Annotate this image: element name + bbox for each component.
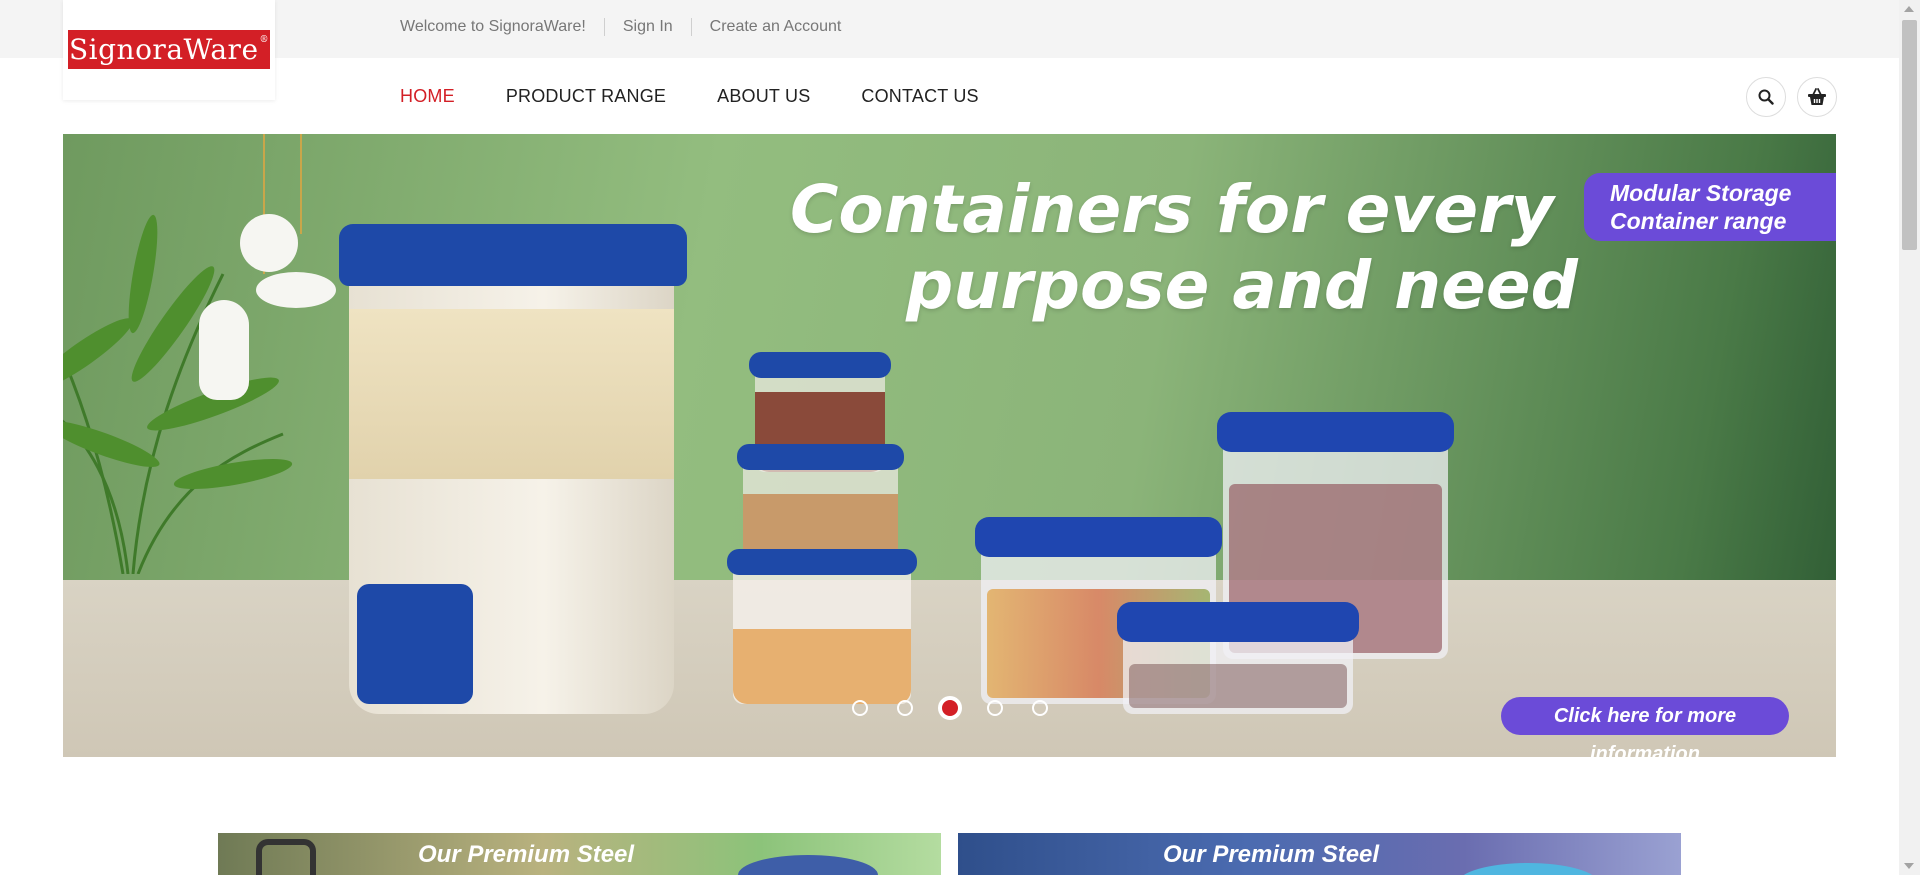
- flat-box: [1117, 602, 1359, 714]
- hero-heading-line-1: Containers for every: [790, 171, 1554, 248]
- scroll-down-arrow-icon[interactable]: [1904, 863, 1914, 869]
- nav-item-contact-us[interactable]: CONTACT US: [861, 86, 978, 107]
- banner-1-heading: Our Premium Steel: [418, 841, 635, 868]
- banner-1-lid: [738, 855, 878, 875]
- nav-item-product-range[interactable]: PRODUCT RANGE: [506, 86, 666, 107]
- slide-dot-2[interactable]: [897, 700, 913, 716]
- search-button[interactable]: [1746, 77, 1786, 117]
- range-tag: Modular Storage Container range: [1584, 173, 1836, 241]
- logo-card[interactable]: SignoraWare ®: [63, 0, 275, 100]
- banner-2-heading: Our Premium Steel: [1163, 841, 1380, 868]
- page-scrollbar[interactable]: [1899, 0, 1920, 875]
- main-nav: HOME PRODUCT RANGE ABOUT US CONTACT US: [400, 86, 1030, 107]
- hero-slider[interactable]: Containers for every purpose and need Mo…: [63, 134, 1836, 757]
- slide-dot-5[interactable]: [1032, 700, 1048, 716]
- banner-2-lid: [1458, 863, 1598, 875]
- rice-dispenser-image: [339, 224, 687, 724]
- welcome-text: Welcome to SignoraWare!: [400, 18, 586, 35]
- banner-1-handle: [256, 839, 316, 875]
- slide-dot-1[interactable]: [852, 700, 868, 716]
- logo-text: SignoraWare: [68, 33, 259, 66]
- scrollbar-thumb[interactable]: [1902, 20, 1917, 250]
- promo-banner-1[interactable]: Our Premium Steel: [218, 833, 941, 875]
- sign-in-link[interactable]: Sign In: [623, 18, 673, 36]
- main-navbar: HOME PRODUCT RANGE ABOUT US CONTACT US: [0, 58, 1899, 134]
- nav-item-home[interactable]: HOME: [400, 86, 455, 107]
- hero-heading-line-2: purpose and need: [906, 247, 1578, 324]
- range-tag-line-2: Container range: [1610, 208, 1787, 234]
- divider: [603, 18, 605, 36]
- promo-banner-2[interactable]: Our Premium Steel: [958, 833, 1681, 875]
- divider: [690, 18, 692, 36]
- nav-item-about-us[interactable]: ABOUT US: [717, 86, 810, 107]
- search-icon: [1758, 89, 1774, 105]
- round-jar-bottom: [727, 549, 917, 704]
- slide-dot-3[interactable]: [938, 696, 962, 720]
- signoraware-logo[interactable]: SignoraWare ®: [68, 30, 270, 69]
- registered-mark: ®: [259, 34, 270, 45]
- scroll-up-arrow-icon[interactable]: [1904, 6, 1914, 12]
- page: Welcome to SignoraWare! Sign In Create a…: [0, 0, 1920, 875]
- cart-button[interactable]: [1797, 77, 1837, 117]
- top-utility-bar: Welcome to SignoraWare! Sign In Create a…: [0, 0, 1899, 58]
- slider-dots: [852, 696, 1077, 720]
- account-links: Welcome to SignoraWare! Sign In Create a…: [400, 18, 841, 36]
- slide-dot-4[interactable]: [987, 700, 1003, 716]
- range-tag-line-1: Modular Storage: [1610, 180, 1792, 206]
- basket-icon: [1808, 88, 1826, 105]
- more-info-button[interactable]: Click here for more information: [1501, 697, 1789, 757]
- create-account-link[interactable]: Create an Account: [710, 18, 842, 36]
